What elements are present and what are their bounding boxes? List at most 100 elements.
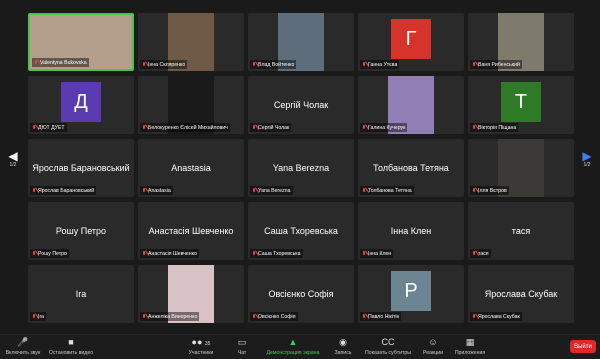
avatar: Т — [501, 82, 541, 122]
prev-page-label: 1/2 — [9, 162, 17, 168]
participant-name: Ira — [38, 313, 45, 320]
participant-tile[interactable]: Ira Ira — [28, 265, 134, 323]
mic-muted-icon — [142, 187, 146, 194]
participant-name: Сергій Чолак — [258, 124, 290, 131]
participant-tile[interactable]: Anastasia Anastasia — [138, 139, 244, 197]
participant-name: Влад Войтенко — [258, 61, 295, 68]
participant-name-label: Павло Нікітін — [360, 312, 402, 321]
mic-muted-icon — [252, 124, 256, 131]
participant-tile[interactable]: Белокуренко Єлісей Михайлович — [138, 76, 244, 134]
mic-muted-icon — [362, 313, 366, 320]
participant-tile[interactable]: Сергій Чолак Сергій Чолак — [248, 76, 354, 134]
participant-name: Овсієнко Софія — [258, 313, 296, 320]
participant-name-label: Anastasia — [140, 186, 173, 195]
participant-name: Valentyna Bukovska — [40, 59, 87, 66]
participant-tile[interactable]: Ваня Рибенський — [468, 13, 574, 71]
mic-muted-icon — [362, 61, 366, 68]
show-captions-button[interactable]: CC Показать субтитры — [362, 337, 414, 356]
participant-tile[interactable]: Влад Войтенко — [248, 13, 354, 71]
participant-name-label: Valentyna Bukovska — [32, 58, 89, 67]
chevron-left-icon: ◀ — [8, 149, 18, 163]
participant-name: Белокуренко Єлісей Михайлович — [148, 124, 228, 131]
participant-tile[interactable]: Д ДЮТ ДУЕТ — [28, 76, 134, 134]
participant-tile[interactable]: Овсієнко Софія Овсієнко Софія — [248, 265, 354, 323]
participant-name-label: Анастасія Шевченко — [140, 249, 199, 258]
participant-name-label: Овсієнко Софія — [250, 312, 298, 321]
unmute-button[interactable]: 🎤 Включить звук — [4, 337, 42, 356]
participant-tile[interactable]: Толбанова Тетяна Толбанова Тетяна — [358, 139, 464, 197]
mic-muted-icon — [142, 250, 146, 257]
mic-muted-icon — [472, 313, 476, 320]
smiley-icon: ☺ — [428, 337, 438, 347]
participant-tile[interactable]: Ілля Вєтров — [468, 139, 574, 197]
mic-muted-icon — [472, 61, 476, 68]
participant-tile[interactable]: Саша Тхоревська Саша Тхоревська — [248, 202, 354, 260]
participant-tile[interactable]: P Павло Нікітін — [358, 265, 464, 323]
record-button[interactable]: ◉ Запись — [330, 337, 356, 356]
participant-display-name: Овсієнко Софія — [268, 289, 334, 299]
participant-name: Рошу Петро — [38, 250, 67, 257]
reactions-label: Реакции — [422, 350, 444, 356]
share-screen-button[interactable]: ▲ Демонстрация экрана — [262, 337, 324, 356]
participant-name-label: тася — [470, 249, 491, 258]
participant-display-name: Ira — [75, 289, 87, 299]
participant-name-label: Ганна Утєва — [360, 60, 400, 69]
chat-icon: ▭ — [237, 337, 247, 347]
chat-button[interactable]: ▭ Чат — [232, 337, 252, 356]
participant-name-label: Саша Тхоревська — [250, 249, 303, 258]
participant-name-label: Толбанова Тетяна — [360, 186, 414, 195]
participant-tile[interactable]: Рошу Петро Рошу Петро — [28, 202, 134, 260]
participant-tile[interactable]: Yana Berezna Yana Berezna — [248, 139, 354, 197]
participant-name: Толбанова Тетяна — [368, 187, 412, 194]
participants-icon: ●● 35 — [191, 337, 211, 347]
video-gallery: Valentyna Bukovska Інна Скляренко Влад Вой… — [28, 13, 574, 327]
participant-name-label: Вікторія Піщана — [470, 123, 519, 132]
participant-name: Інна Скляренко — [148, 61, 186, 68]
participant-name-label: Ярослав Барановський — [30, 186, 97, 195]
mic-muted-icon — [472, 124, 476, 131]
apps-button[interactable]: ▦ Приложения — [452, 337, 488, 356]
participant-name-label: Ваня Рибенський — [470, 60, 522, 69]
participant-tile[interactable]: Анжеліка Виноренко — [138, 265, 244, 323]
mic-muted-icon — [472, 187, 476, 194]
captions-icon: CC — [381, 337, 395, 347]
mic-muted-icon — [32, 124, 36, 131]
leave-button[interactable]: Выйти — [570, 340, 596, 353]
mic-muted-icon — [142, 124, 146, 131]
participant-name: Саша Тхоревська — [258, 250, 301, 257]
show-captions-label: Показать субтитры — [365, 350, 411, 356]
participant-name: Анастасія Шевченко — [148, 250, 197, 257]
participant-tile[interactable]: Т Вікторія Піщана — [468, 76, 574, 134]
participant-tile[interactable]: Ярослава Скубак Ярослава Скубак — [468, 265, 574, 323]
participants-button[interactable]: ●● 35 Участники — [184, 337, 218, 356]
mic-muted-icon — [142, 61, 146, 68]
participant-tile[interactable]: Галина Кучерук — [358, 76, 464, 134]
participant-tile[interactable]: Ярослав Барановський Ярослав Барановський — [28, 139, 134, 197]
participant-name-label: Рошу Петро — [30, 249, 69, 258]
participant-name: Ярослав Барановський — [38, 187, 95, 194]
participant-tile[interactable]: Інна Скляренко — [138, 13, 244, 71]
mic-muted-icon — [472, 250, 476, 257]
share-screen-label: Демонстрация экрана — [266, 350, 320, 356]
avatar: Г — [391, 19, 431, 59]
next-page-button[interactable]: ▶ 1/2 — [576, 150, 598, 168]
stop-video-button[interactable]: ■ Остановить видео — [48, 337, 94, 356]
participants-count: 35 — [204, 341, 211, 347]
mic-muted-icon — [362, 187, 366, 194]
mic-muted-icon — [362, 250, 366, 257]
participant-name: Ярослава Скубак — [478, 313, 520, 320]
participant-tile[interactable]: Анастасія Шевченко Анастасія Шевченко — [138, 202, 244, 260]
participant-tile[interactable]: Інна Клен Інна Клен — [358, 202, 464, 260]
participant-tile[interactable]: Г Ганна Утєва — [358, 13, 464, 71]
participant-tile[interactable]: тася тася — [468, 202, 574, 260]
participant-tile[interactable]: Valentyna Bukovska — [28, 13, 134, 71]
record-label: Запись — [334, 350, 352, 356]
participant-display-name: тася — [511, 226, 531, 236]
participant-name: Інна Клен — [368, 250, 392, 257]
chevron-right-icon: ▶ — [582, 149, 592, 163]
reactions-button[interactable]: ☺ Реакции — [420, 337, 446, 356]
prev-page-button[interactable]: ◀ 1/2 — [2, 150, 24, 168]
participant-name-label: Галина Кучерук — [360, 123, 408, 132]
microphone-muted-icon: 🎤 — [17, 337, 29, 347]
avatar: P — [391, 271, 431, 311]
